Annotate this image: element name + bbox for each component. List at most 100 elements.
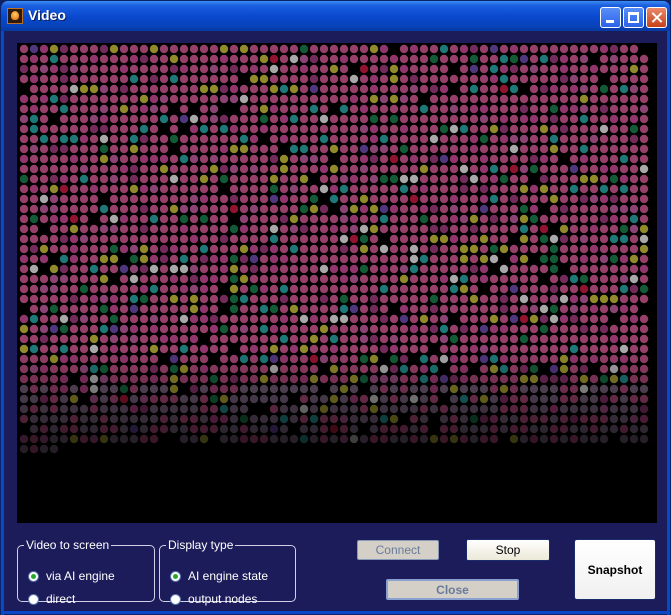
window-frame-left [1, 31, 4, 615]
grid-node [509, 304, 519, 314]
grid-node [589, 174, 599, 184]
minimize-button[interactable] [600, 7, 621, 28]
grid-node [229, 84, 239, 94]
grid-node [599, 394, 609, 404]
grid-node [419, 154, 429, 164]
grid-node [429, 144, 439, 154]
grid-node [359, 204, 369, 214]
radio-button[interactable] [28, 593, 39, 605]
grid-node [419, 224, 429, 234]
grid-node [569, 324, 579, 334]
grid-node [49, 304, 59, 314]
stop-button[interactable]: Stop [466, 539, 550, 561]
radio-button[interactable] [28, 570, 39, 582]
grid-node [469, 404, 479, 414]
grid-node [369, 54, 379, 64]
grid-node [309, 164, 319, 174]
radio-ai-engine-state[interactable]: AI engine state [170, 569, 268, 583]
grid-node [539, 314, 549, 324]
grid-node [229, 114, 239, 124]
maximize-button[interactable] [623, 7, 644, 28]
grid-node [49, 294, 59, 304]
grid-node [359, 364, 369, 374]
grid-node [429, 114, 439, 124]
grid-node [269, 214, 279, 224]
close-window-button[interactable] [646, 7, 667, 28]
grid-node [239, 304, 249, 314]
grid-node [509, 214, 519, 224]
grid-node [539, 44, 549, 54]
grid-node [599, 434, 609, 444]
grid-node [19, 144, 29, 154]
grid-node [639, 424, 649, 434]
radio-output-nodes[interactable]: output nodes [170, 592, 257, 606]
grid-node [309, 74, 319, 84]
grid-node [239, 404, 249, 414]
grid-node [139, 394, 149, 404]
grid-node [209, 394, 219, 404]
radio-direct[interactable]: direct [28, 592, 75, 606]
grid-node [509, 374, 519, 384]
grid-node [219, 384, 229, 394]
grid-node [189, 124, 199, 134]
grid-node [569, 204, 579, 214]
grid-node [609, 214, 619, 224]
grid-node [139, 304, 149, 314]
radio-button[interactable] [170, 593, 181, 605]
grid-node [249, 194, 259, 204]
radio-via-ai-engine[interactable]: via AI engine [28, 569, 115, 583]
grid-node [99, 394, 109, 404]
title-bar[interactable]: Video [1, 1, 670, 31]
grid-node [79, 354, 89, 364]
grid-node [359, 154, 369, 164]
grid-node [509, 174, 519, 184]
grid-node [439, 414, 449, 424]
grid-node [539, 394, 549, 404]
close-button[interactable]: Close [386, 579, 519, 600]
grid-node [359, 94, 369, 104]
grid-node [629, 184, 639, 194]
grid-node [19, 314, 29, 324]
grid-node [89, 144, 99, 154]
grid-node [379, 224, 389, 234]
grid-node [399, 314, 409, 324]
grid-node [129, 424, 139, 434]
grid-node [239, 244, 249, 254]
grid-node [629, 224, 639, 234]
grid-node [249, 244, 259, 254]
grid-node [619, 314, 629, 324]
grid-node [159, 324, 169, 334]
connect-button[interactable]: Connect [357, 540, 439, 560]
grid-node [129, 394, 139, 404]
grid-node [519, 404, 529, 414]
grid-node [419, 354, 429, 364]
grid-node [259, 194, 269, 204]
grid-node [339, 134, 349, 144]
radio-button[interactable] [170, 570, 181, 582]
grid-node [629, 304, 639, 314]
grid-node [309, 334, 319, 344]
grid-node [389, 84, 399, 94]
grid-node [209, 324, 219, 334]
grid-node [569, 274, 579, 284]
grid-node [359, 334, 369, 344]
grid-node [559, 194, 569, 204]
snapshot-button[interactable]: Snapshot [574, 539, 656, 600]
grid-node [609, 84, 619, 94]
grid-node [549, 244, 559, 254]
grid-node [369, 264, 379, 274]
grid-node [89, 114, 99, 124]
grid-node [489, 134, 499, 144]
grid-node [479, 164, 489, 174]
grid-node [139, 174, 149, 184]
grid-node [389, 134, 399, 144]
grid-node [639, 124, 649, 134]
grid-node [399, 134, 409, 144]
grid-node [529, 324, 539, 334]
grid-node [199, 304, 209, 314]
grid-node [39, 424, 49, 434]
grid-node [139, 144, 149, 154]
grid-node [309, 384, 319, 394]
grid-node [159, 274, 169, 284]
grid-node [79, 134, 89, 144]
